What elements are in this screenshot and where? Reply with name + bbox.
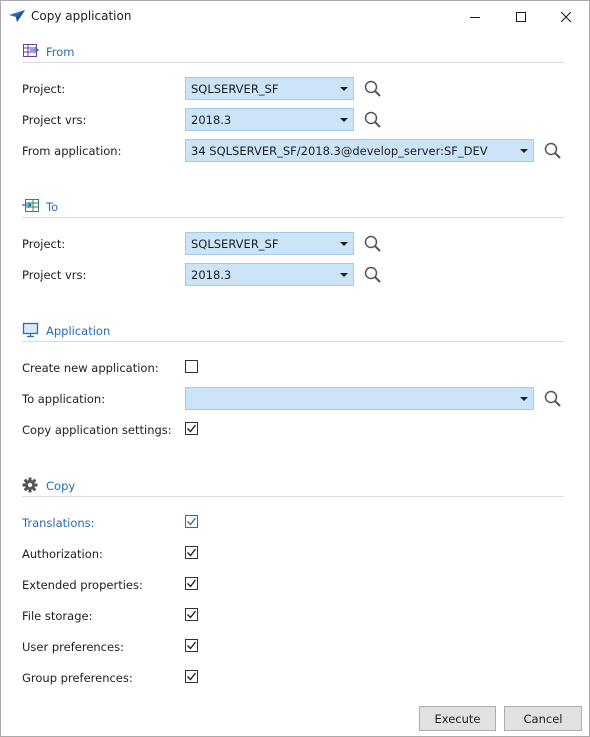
checkmark-icon (187, 517, 197, 526)
monitor-icon (22, 322, 40, 338)
section-copy-title: Copy (46, 479, 76, 493)
chevron-down-icon (340, 242, 348, 246)
section-from-header: From (22, 43, 564, 63)
execute-button[interactable]: Execute (419, 706, 496, 731)
to-project-vrs-search-button[interactable] (363, 265, 383, 285)
chevron-down-icon (340, 273, 348, 277)
maximize-icon (516, 11, 526, 22)
from-project-vrs-select[interactable]: 2018.3 (185, 108, 354, 131)
to-project-vrs-value: 2018.3 (191, 268, 232, 282)
search-icon (364, 266, 381, 283)
to-project-vrs-select[interactable]: 2018.3 (185, 263, 354, 286)
create-new-application-checkbox[interactable] (185, 360, 198, 373)
translations-checkbox[interactable] (185, 515, 198, 528)
from-project-vrs-value: 2018.3 (191, 113, 232, 127)
from-application-label: From application: (22, 144, 122, 158)
checkmark-icon (187, 641, 197, 650)
to-project-search-button[interactable] (363, 234, 383, 254)
checkmark-icon (187, 579, 197, 588)
checkmark-icon (187, 610, 197, 619)
section-from-title: From (46, 45, 75, 59)
close-icon (561, 11, 571, 22)
checkmark-icon (187, 548, 197, 557)
section-to-title: To (46, 200, 59, 214)
from-project-vrs-label: Project vrs: (22, 113, 87, 127)
copy-application-window: Copy application From Project: SQLSERVER… (0, 0, 590, 737)
from-project-value: SQLSERVER_SF (191, 82, 279, 96)
chevron-down-icon (340, 87, 348, 91)
to-application-select[interactable] (185, 387, 534, 410)
from-application-value: 34 SQLSERVER_SF/2018.3@develop_server:SF… (191, 144, 488, 158)
chevron-down-icon (520, 149, 528, 153)
section-application-title: Application (46, 324, 111, 338)
maximize-button[interactable] (498, 1, 544, 32)
from-project-vrs-search-button[interactable] (363, 110, 383, 130)
gear-icon (22, 477, 40, 493)
to-application-label: To application: (22, 392, 106, 406)
minimize-button[interactable] (452, 1, 498, 32)
title-bar: Copy application (1, 1, 589, 32)
create-new-application-label: Create new application: (22, 361, 159, 375)
section-copy-header: Copy (22, 477, 564, 497)
to-project-select[interactable]: SQLSERVER_SF (185, 232, 354, 255)
to-project-label: Project: (22, 237, 66, 251)
minimize-icon (470, 16, 480, 18)
file-storage-checkbox[interactable] (185, 608, 198, 621)
chevron-down-icon (520, 397, 528, 401)
close-button[interactable] (543, 1, 589, 32)
extended-properties-label: Extended properties: (22, 578, 143, 592)
search-icon (544, 142, 561, 159)
to-project-vrs-label: Project vrs: (22, 268, 87, 282)
authorization-label: Authorization: (22, 547, 103, 561)
group-preferences-checkbox[interactable] (185, 670, 198, 683)
checkmark-icon (187, 672, 197, 681)
checkmark-icon (187, 424, 197, 433)
chevron-down-icon (340, 118, 348, 122)
copy-application-settings-label: Copy application settings: (22, 423, 172, 437)
file-storage-label: File storage: (22, 609, 93, 623)
from-application-select[interactable]: 34 SQLSERVER_SF/2018.3@develop_server:SF… (185, 139, 534, 162)
to-project-value: SQLSERVER_SF (191, 237, 279, 251)
section-to-header: To (22, 198, 564, 218)
to-application-search-button[interactable] (543, 389, 563, 409)
search-icon (364, 235, 381, 252)
search-icon (364, 111, 381, 128)
copy-application-settings-checkbox[interactable] (185, 422, 198, 435)
table-export-icon (22, 43, 40, 59)
from-project-label: Project: (22, 82, 66, 96)
search-icon (544, 390, 561, 407)
table-import-icon (22, 198, 40, 214)
section-application-header: Application (22, 322, 564, 342)
translations-label: Translations: (22, 516, 95, 530)
window-title: Copy application (31, 9, 132, 23)
cancel-button[interactable]: Cancel (504, 706, 582, 731)
user-preferences-checkbox[interactable] (185, 639, 198, 652)
user-preferences-label: User preferences: (22, 640, 124, 654)
extended-properties-checkbox[interactable] (185, 577, 198, 590)
search-icon (364, 80, 381, 97)
from-project-search-button[interactable] (363, 79, 383, 99)
from-project-select[interactable]: SQLSERVER_SF (185, 77, 354, 100)
app-logo-icon (8, 9, 26, 23)
authorization-checkbox[interactable] (185, 546, 198, 559)
from-application-search-button[interactable] (543, 141, 563, 161)
group-preferences-label: Group preferences: (22, 671, 133, 685)
